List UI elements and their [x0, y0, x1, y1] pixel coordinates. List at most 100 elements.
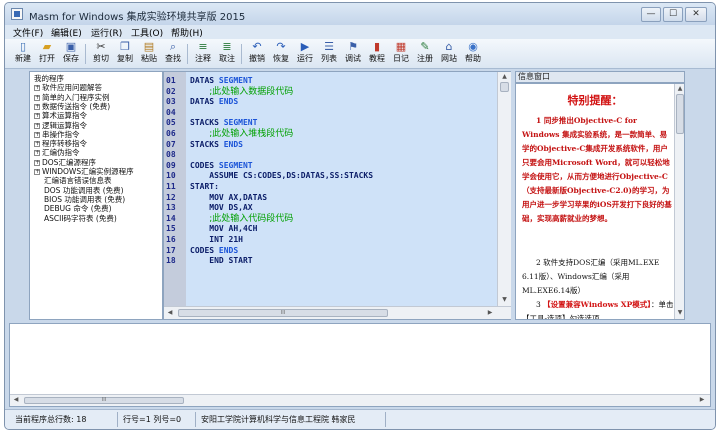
toolbar-button-tutorial[interactable]: ▮ 教程	[365, 41, 389, 68]
output-pane[interactable]: ◀ III ▶	[9, 323, 711, 407]
tree-item[interactable]: DEBUG 命令 (免费)	[34, 205, 112, 213]
code-line[interactable]: INT 21H	[190, 235, 243, 245]
tree-item[interactable]: 汇编语言错误信息表	[34, 177, 112, 185]
toolbar-button-new-file[interactable]: ▯ 新建	[11, 41, 35, 68]
tree-item[interactable]: ASCII码字符表 (免费)	[34, 214, 117, 223]
toolbar-button-copy[interactable]: ❐ 复制	[113, 41, 137, 68]
output-scroll-left-arrow-icon[interactable]: ◀	[12, 396, 20, 404]
tree-item[interactable]: + WINDOWS汇编实例源程序	[34, 168, 134, 176]
code-line[interactable]: ;此处输入堆栈段代码	[190, 129, 293, 139]
toolbar-button-run[interactable]: ▶ 运行	[293, 41, 317, 68]
toolbar-button-website[interactable]: ⌂ 网站	[437, 41, 461, 68]
toolbar-button-help[interactable]: ◉ 帮助	[461, 41, 485, 68]
output-scroll-right-arrow-icon[interactable]: ▶	[698, 396, 706, 404]
scroll-left-arrow-icon[interactable]: ◀	[166, 309, 174, 317]
expand-icon[interactable]: +	[34, 94, 40, 101]
code-line[interactable]: MOV DS,AX	[190, 203, 252, 213]
scroll-up-arrow-icon[interactable]: ▲	[498, 73, 511, 81]
window-title: Masm for Windows 集成实验环境共享版 2015	[29, 12, 246, 23]
code-line[interactable]: END START	[190, 256, 252, 266]
info-vscroll-thumb[interactable]	[676, 94, 684, 134]
code-line[interactable]: STACKS ENDS	[190, 140, 243, 150]
menu-file[interactable]: 文件(F)	[13, 26, 43, 39]
tree-item[interactable]: + 程序转移指令	[34, 140, 87, 148]
toolbar-button-open-folder[interactable]: ▰ 打开	[35, 41, 59, 68]
toolbar-button-diary[interactable]: ▦ 日记	[389, 41, 413, 68]
info-vertical-scrollbar[interactable]: ▲ ▼	[674, 84, 684, 319]
tree-item[interactable]: + DOS汇编源程序	[34, 158, 96, 167]
scroll-down-arrow-icon[interactable]: ▼	[498, 296, 511, 304]
toolbar-button-redo[interactable]: ↷ 恢复	[269, 41, 293, 68]
tree-item[interactable]: + 汇编伪指令	[34, 149, 80, 157]
toolbar-button-cut[interactable]: ✂ 剪切	[89, 41, 113, 68]
toolbar-button-register[interactable]: ✎ 注册	[413, 41, 437, 68]
tree-item[interactable]: + 逻辑运算指令	[34, 121, 87, 130]
expand-icon[interactable]: +	[34, 150, 40, 157]
tree-item-label: WINDOWS汇编实例源程序	[42, 167, 134, 176]
code-line[interactable]: DATAS SEGMENT	[190, 76, 253, 86]
code-line[interactable]: CODES SEGMENT	[190, 161, 253, 171]
output-horizontal-scrollbar[interactable]: ◀ III ▶	[10, 394, 710, 406]
close-button[interactable]: ✕	[685, 7, 707, 22]
expand-icon[interactable]: +	[34, 103, 40, 110]
tree-item[interactable]: + 简单的入门程序实例	[34, 92, 110, 102]
toolbar-button-list[interactable]: ☰ 列表	[317, 41, 341, 68]
output-hscroll-thumb[interactable]: III	[24, 397, 184, 404]
toolbar-button-comment[interactable]: ≡ 注释	[191, 41, 215, 68]
code-line[interactable]: ;此处输入代码段代码	[190, 214, 293, 224]
status-bar: 当前程序总行数: 18 行号=1 列号=0 安阳工学院计算机科学与信息工程院 韩…	[5, 409, 715, 429]
tree-item[interactable]: + 串操作指令	[34, 130, 80, 139]
code-line[interactable]: STACKS SEGMENT	[190, 118, 257, 128]
code-line[interactable]: MOV AH,4CH	[190, 224, 257, 234]
editor-horizontal-scrollbar[interactable]: ◀ III ▶	[164, 306, 511, 319]
scroll-right-arrow-icon[interactable]: ▶	[486, 309, 494, 317]
menu-help[interactable]: 帮助(H)	[171, 26, 203, 39]
info-scroll-down-arrow-icon[interactable]: ▼	[675, 309, 684, 317]
tree-item[interactable]: + 算术运算指令	[34, 112, 87, 120]
editor-vscroll-thumb[interactable]	[500, 82, 509, 92]
code-line[interactable]: ;此处输入数据段代码	[190, 87, 293, 97]
expand-icon[interactable]: +	[34, 85, 40, 92]
tree-item-label: 简单的入门程序实例	[42, 92, 110, 102]
program-tree[interactable]: 我的程序 + 软件应用问题解答 + 简单的入门程序实例 + 数据传送指令 (免费) + 算术运算…	[29, 71, 163, 320]
tree-item[interactable]: + 软件应用问题解答	[34, 84, 102, 92]
expand-icon[interactable]: +	[34, 131, 40, 138]
tree-item[interactable]: 我的程序	[34, 75, 64, 83]
menu-run[interactable]: 运行(R)	[91, 26, 122, 39]
code-line[interactable]: CODES ENDS	[190, 246, 238, 256]
code-line[interactable]: MOV AX,DATAS	[190, 193, 267, 203]
toolbar-button-debug[interactable]: ⚑ 调试	[341, 41, 365, 68]
toolbar-button-paste[interactable]: ▤ 粘贴	[137, 41, 161, 68]
code-line[interactable]: ASSUME CS:CODES,DS:DATAS,SS:STACKS	[190, 171, 373, 181]
undo-icon: ↶	[252, 40, 262, 53]
line-number: 11	[166, 182, 176, 191]
editor-hscroll-thumb[interactable]: III	[178, 309, 388, 317]
info-paragraph-3-number: 3	[536, 300, 541, 309]
toolbar-button-find[interactable]: ⌕ 查找	[161, 41, 185, 68]
line-number: 01	[166, 76, 176, 85]
minimize-button[interactable]: —	[641, 7, 661, 22]
code-line[interactable]: DATAS ENDS	[190, 97, 238, 107]
diary-icon: ▦	[395, 40, 407, 53]
editor-vertical-scrollbar[interactable]: ▲ ▼	[497, 72, 511, 306]
tree-item[interactable]: DOS 功能调用表 (免费)	[34, 186, 124, 195]
code-line[interactable]: START:	[190, 182, 219, 192]
expand-icon[interactable]: +	[34, 122, 40, 129]
expand-icon[interactable]: +	[34, 141, 40, 148]
code-keyword: SEGMENT	[223, 118, 258, 128]
maximize-button[interactable]: ☐	[663, 7, 683, 22]
expand-icon[interactable]: +	[34, 169, 40, 175]
paste-icon: ▤	[143, 40, 155, 53]
info-scroll-up-arrow-icon[interactable]: ▲	[675, 85, 684, 93]
expand-icon[interactable]: +	[34, 113, 40, 120]
menu-tools[interactable]: 工具(O)	[131, 26, 163, 39]
toolbar-button-label: 帮助	[465, 54, 481, 63]
tree-item[interactable]: BIOS 功能调用表 (免费)	[34, 195, 125, 204]
toolbar-button-uncomment[interactable]: ≣ 取注	[215, 41, 239, 68]
expand-icon[interactable]: +	[34, 159, 40, 166]
code-editor[interactable]: ▲ ▼ ◀ III ▶ 01 DATAS SEGMENT 02 ;此处输入数据段代码…	[163, 71, 511, 320]
toolbar-button-undo[interactable]: ↶ 撤销	[245, 41, 269, 68]
tree-item[interactable]: + 数据传送指令 (免费)	[34, 102, 110, 111]
menu-edit[interactable]: 编辑(E)	[51, 26, 82, 39]
toolbar-button-save[interactable]: ▣ 保存	[59, 41, 83, 68]
